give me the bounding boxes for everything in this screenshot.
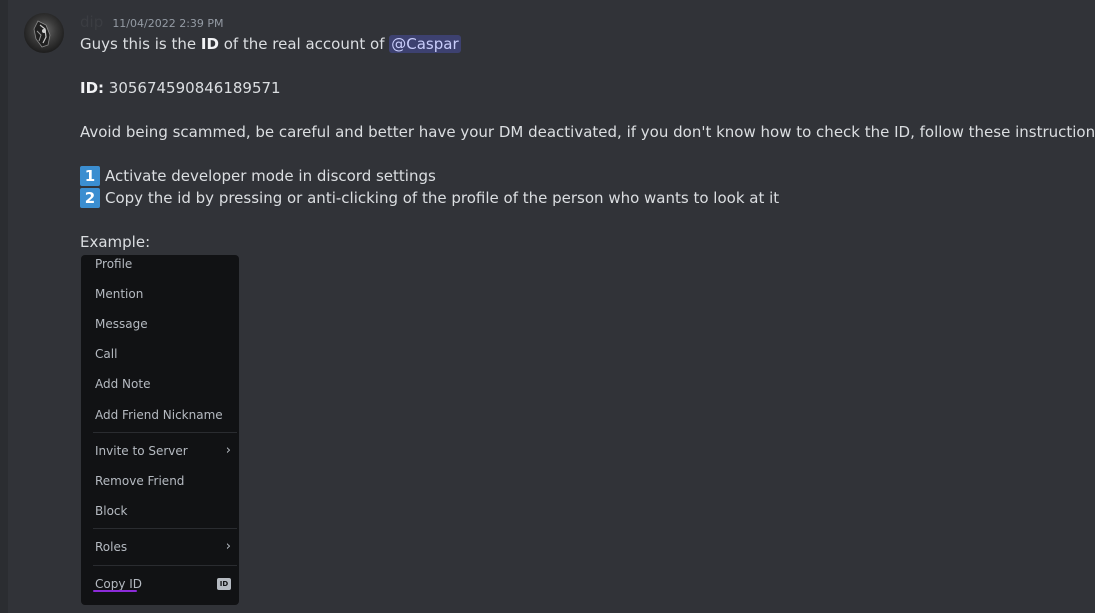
message-header: dip 11/04/2022 2:39 PM: [80, 12, 224, 32]
menu-divider: [93, 432, 237, 433]
id-icon: ID: [217, 578, 231, 590]
message-line-1: Guys this is the ID of the real account …: [80, 34, 461, 54]
step-2-text: Copy the id by pressing or anti-clicking…: [105, 189, 780, 207]
menu-item-label: Invite to Server: [95, 444, 188, 458]
example-context-menu-image[interactable]: Profile Mention Message Call Add Note Ad…: [81, 255, 239, 605]
line1-prefix: Guys this is the: [80, 35, 201, 53]
menu-item-add-note[interactable]: Add Note: [95, 373, 231, 395]
menu-item-call[interactable]: Call: [95, 343, 231, 365]
menu-item-message[interactable]: Message: [95, 313, 231, 335]
step-1: 1 Activate developer mode in discord sett…: [80, 166, 436, 186]
step-1-number-badge: 1: [80, 166, 100, 186]
user-mention[interactable]: @Caspar: [389, 35, 461, 53]
step-1-text: Activate developer mode in discord setti…: [105, 167, 436, 185]
left-strip: [0, 0, 8, 613]
timestamp[interactable]: 11/04/2022 2:39 PM: [112, 17, 223, 30]
id-line: ID: 305674590846189571: [80, 78, 281, 98]
menu-divider: [93, 528, 237, 529]
username[interactable]: dip: [80, 13, 103, 31]
copy-id-underline: [93, 590, 137, 592]
line1-middle: of the real account of: [218, 35, 390, 53]
warning-text: Avoid being scammed, be careful and bett…: [80, 123, 1095, 141]
id-label: ID:: [80, 79, 105, 97]
menu-item-add-friend-nickname[interactable]: Add Friend Nickname: [95, 404, 231, 426]
avatar-art: [33, 20, 51, 48]
step-2: 2 Copy the id by pressing or anti-clickin…: [80, 188, 779, 208]
chevron-right-icon: ›: [225, 539, 231, 554]
menu-item-remove-friend[interactable]: Remove Friend: [95, 470, 231, 492]
menu-divider: [93, 565, 237, 566]
example-label: Example:: [80, 233, 151, 251]
avatar[interactable]: [24, 13, 64, 53]
menu-item-label: Copy ID: [95, 577, 143, 591]
step-2-number-badge: 2: [80, 188, 100, 208]
menu-item-label: Roles: [95, 540, 128, 554]
id-value: 305674590846189571: [104, 79, 281, 97]
menu-item-invite-to-server[interactable]: Invite to Server ›: [95, 440, 231, 462]
menu-item-mention[interactable]: Mention: [95, 283, 231, 305]
menu-item-profile[interactable]: Profile: [95, 255, 231, 275]
menu-item-block[interactable]: Block: [95, 500, 231, 522]
menu-item-roles[interactable]: Roles ›: [95, 536, 231, 558]
line1-bold: ID: [200, 35, 219, 53]
chevron-right-icon: ›: [225, 443, 231, 458]
